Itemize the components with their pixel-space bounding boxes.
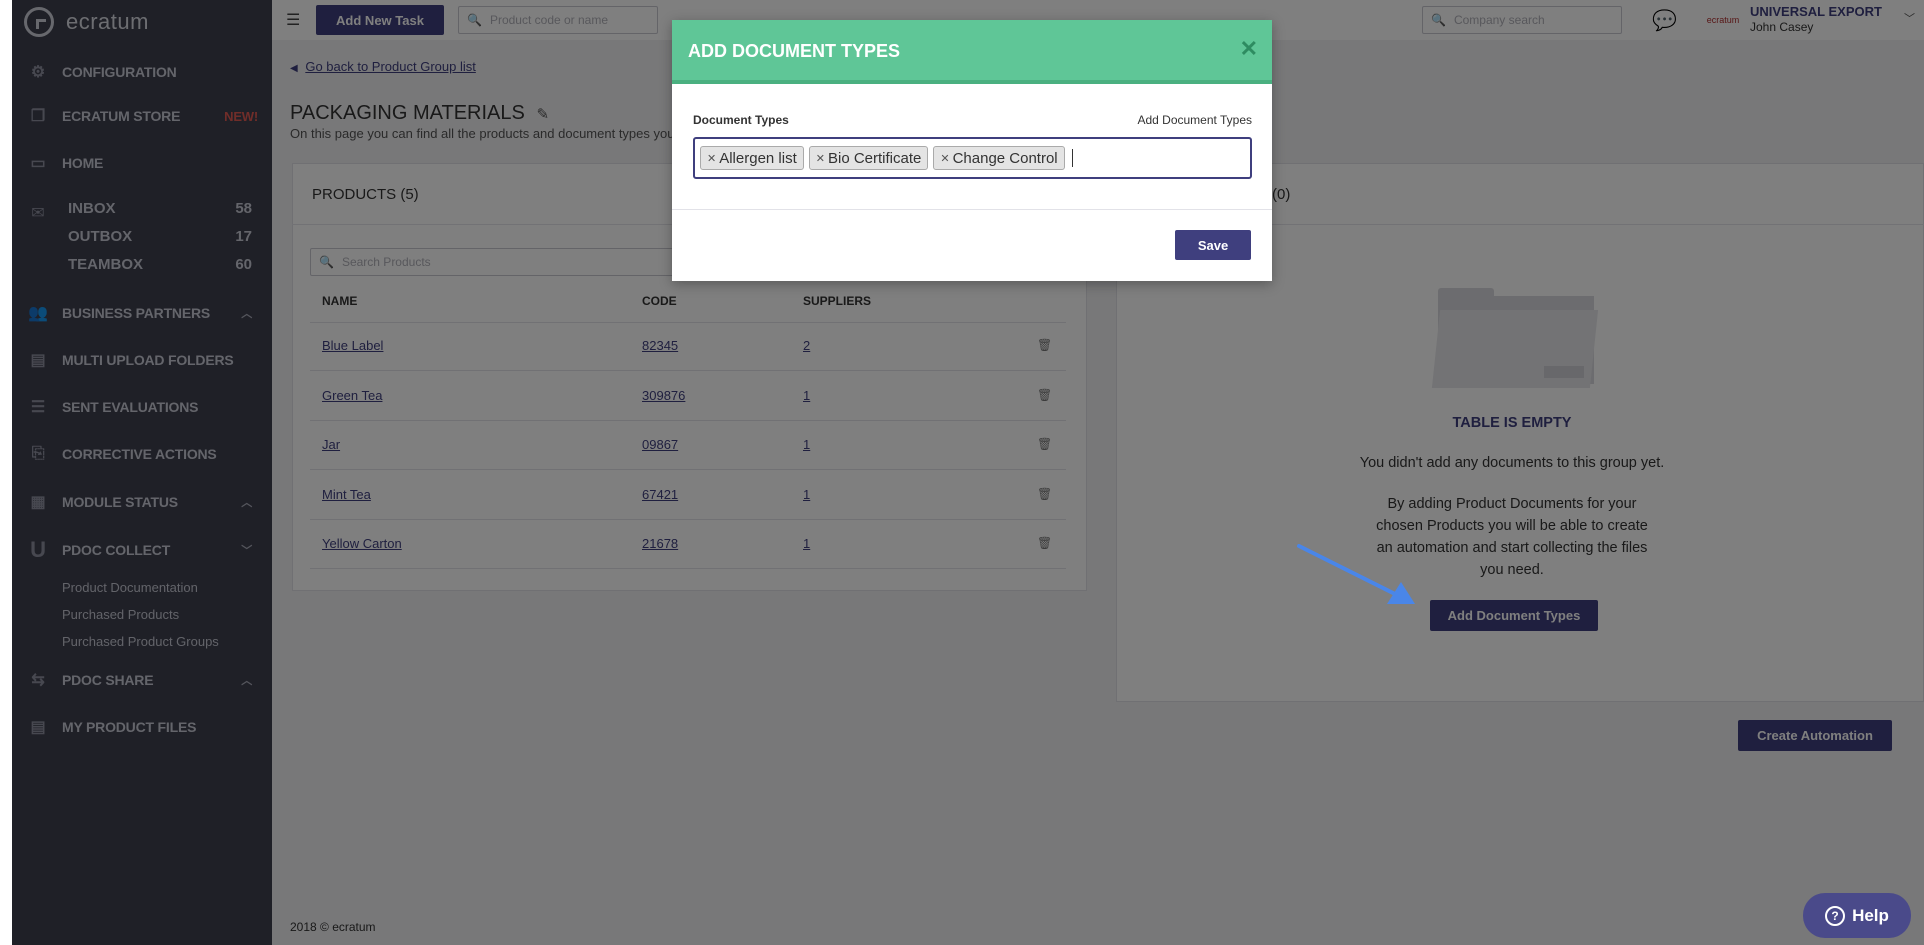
document-types-tag-input[interactable]: ✕ Allergen list ✕ Bio Certificate ✕ Chan… <box>693 137 1252 179</box>
tag-label: Bio Certificate <box>827 149 922 167</box>
add-document-types-modal: ADD DOCUMENT TYPES ✕ Document Types Add … <box>672 20 1272 281</box>
document-types-label: Document Types <box>693 113 789 127</box>
tag-change-control: ✕ Change Control <box>933 146 1065 170</box>
tag-label: Change Control <box>952 149 1058 167</box>
help-label: Help <box>1852 905 1889 925</box>
question-icon: ? <box>1825 905 1846 926</box>
modal-divider <box>672 209 1272 210</box>
modal-title: ADD DOCUMENT TYPES <box>688 41 901 61</box>
left-edge-strip <box>0 0 12 945</box>
tag-allergen-list: ✕ Allergen list <box>700 146 804 170</box>
annotation-arrow-icon <box>1297 544 1415 604</box>
close-icon[interactable]: ✕ <box>1240 36 1258 62</box>
tag-bio-certificate: ✕ Bio Certificate <box>808 146 929 170</box>
help-button[interactable]: ? Help <box>1803 893 1911 938</box>
add-document-types-link[interactable]: Add Document Types <box>1137 113 1252 127</box>
tag-label: Allergen list <box>719 149 797 167</box>
modal-header: ADD DOCUMENT TYPES ✕ <box>672 20 1272 84</box>
remove-tag-icon[interactable]: ✕ <box>940 152 949 165</box>
save-button[interactable]: Save <box>1175 230 1251 260</box>
remove-tag-icon[interactable]: ✕ <box>707 152 716 165</box>
text-cursor <box>1071 149 1073 167</box>
remove-tag-icon[interactable]: ✕ <box>816 152 825 165</box>
